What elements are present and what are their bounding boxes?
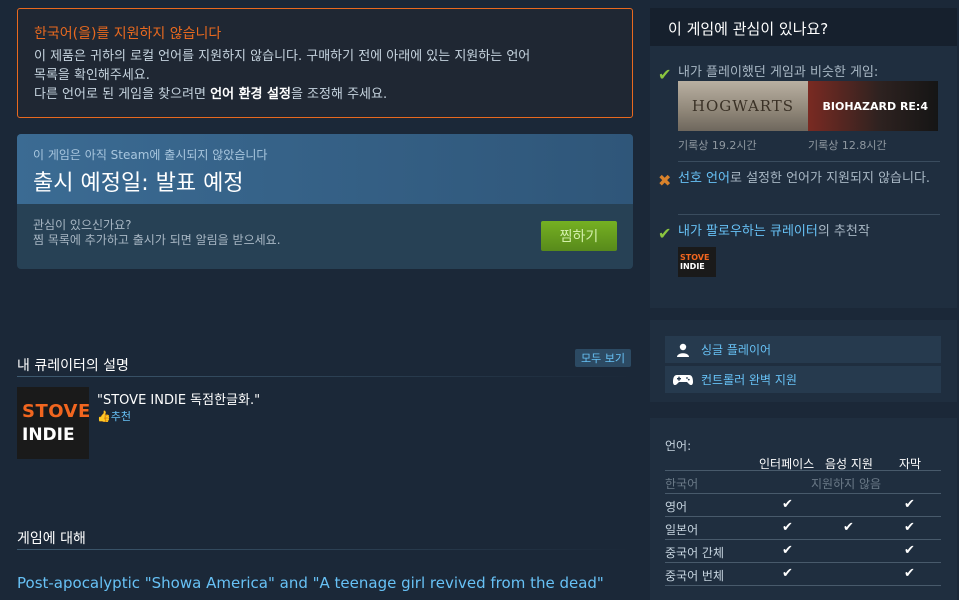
about-description: Post-apocalyptic "Showa America" and "A … bbox=[17, 574, 604, 592]
warning-line-3-pre: 다른 언어로 된 게임을 찾으려면 bbox=[34, 87, 211, 102]
language-name: 영어 bbox=[665, 500, 688, 514]
interface-check-icon: ✔ bbox=[782, 520, 793, 535]
feature-single-player[interactable]: 싱글 플레이어 bbox=[665, 336, 941, 363]
reason-similar-text: 내가 플레이했던 게임과 비슷한 게임: bbox=[678, 65, 879, 80]
mini-logo-line-1: STOVE bbox=[680, 253, 710, 262]
see-all-button[interactable]: 모두 보기 bbox=[575, 349, 631, 367]
interface-check-icon: ✔ bbox=[782, 543, 793, 558]
subtitles-check-icon: ✔ bbox=[904, 543, 915, 558]
followed-curators-link[interactable]: 내가 팔로우하는 큐레이터 bbox=[678, 224, 818, 239]
interest-question: 관심이 있으신가요? bbox=[33, 218, 132, 232]
warning-line-3: 다른 언어로 된 게임을 찾으려면 언어 환경 설정을 조정해 주세요. bbox=[34, 85, 616, 104]
release-header: 이 게임은 아직 Steam에 출시되지 않았습니다 출시 예정일: 발표 예정 bbox=[17, 134, 633, 204]
playtime-biohazard: 기록상 12.8시간 bbox=[808, 139, 887, 152]
curator-logo-line-2: INDIE bbox=[22, 425, 75, 445]
feature-label: 싱글 플레이어 bbox=[701, 343, 772, 357]
language-name: 중국어 간체 bbox=[665, 546, 725, 560]
interface-check-icon: ✔ bbox=[782, 497, 793, 512]
reason-curator-text: 내가 팔로우하는 큐레이터의 추천작 bbox=[678, 224, 940, 240]
language-preferences-link[interactable]: 언어 환경 설정 bbox=[210, 87, 291, 102]
release-subtitle: 이 게임은 아직 Steam에 출시되지 않았습니다 bbox=[33, 148, 268, 162]
playtime-hogwarts: 기록상 19.2시간 bbox=[678, 139, 757, 152]
game-capsule-hogwarts[interactable]: HOGWARTS bbox=[678, 81, 808, 131]
reason-divider bbox=[678, 161, 940, 162]
wishlist-button[interactable]: 찜하기 bbox=[541, 221, 617, 251]
language-name: 중국어 번체 bbox=[665, 569, 725, 583]
game-capsule-hogwarts-title: HOGWARTS bbox=[691, 97, 795, 115]
reason-language-rest: 로 설정한 언어가 지원되지 않습니다. bbox=[729, 171, 931, 186]
curator-logo-line-1: STOVE bbox=[22, 401, 91, 422]
check-icon: ✔ bbox=[658, 65, 672, 84]
reason-similar-games: ✔ 내가 플레이했던 게임과 비슷한 게임: bbox=[658, 65, 940, 84]
language-row-simplified-chinese: 중국어 간체 ✔ ✔ bbox=[665, 539, 941, 562]
feature-controller-support[interactable]: 컨트롤러 완벽 지원 bbox=[665, 366, 941, 393]
language-warning-text: 이 제품은 귀하의 로컬 언어를 지원하지 않습니다. 구매하기 전에 아래에 … bbox=[34, 47, 616, 104]
feature-label: 컨트롤러 완벽 지원 bbox=[701, 373, 797, 387]
curator-logo[interactable]: STOVE INDIE bbox=[17, 387, 91, 459]
warning-line-3-post: 을 조정해 주세요. bbox=[290, 87, 388, 102]
cross-icon: ✖ bbox=[658, 171, 672, 190]
wishlist-area: 관심이 있으신가요? 찜 목록에 추가하고 출시가 되면 알림을 받으세요. 찜… bbox=[17, 204, 633, 262]
reason-language-text: 선호 언어로 설정한 언어가 지원되지 않습니다. bbox=[678, 171, 940, 187]
language-name: 일본어 bbox=[665, 523, 699, 537]
thumbs-up-icon: 👍 bbox=[97, 410, 111, 423]
interest-panel-title: 이 게임에 관심이 있나요? bbox=[650, 8, 957, 46]
gamepad-icon bbox=[665, 374, 701, 386]
language-warning-box: 한국어(을)를 지원하지 않습니다 이 제품은 귀하의 로컬 언어를 지원하지 … bbox=[17, 8, 633, 118]
preferred-language-link[interactable]: 선호 언어 bbox=[678, 171, 730, 186]
release-panel: 이 게임은 아직 Steam에 출시되지 않았습니다 출시 예정일: 발표 예정… bbox=[17, 134, 633, 269]
warning-line-1: 이 제품은 귀하의 로컬 언어를 지원하지 않습니다. 구매하기 전에 아래에 … bbox=[34, 49, 531, 64]
interface-check-icon: ✔ bbox=[782, 566, 793, 581]
reason-language: ✖ 선호 언어로 설정한 언어가 지원되지 않습니다. bbox=[658, 171, 940, 190]
language-table-bottom-border bbox=[665, 585, 941, 586]
not-supported-label: 지원하지 않음 bbox=[811, 477, 882, 491]
language-row-english: 영어 ✔ ✔ bbox=[665, 493, 941, 516]
interest-description: 찜 목록에 추가하고 출시가 되면 알림을 받으세요. bbox=[33, 233, 281, 247]
languages-panel: 언어: 인터페이스 음성 지원 자막 한국어 지원하지 않음 영어 ✔ ✔ 일본… bbox=[650, 418, 957, 600]
reason-curator-rest: 의 추천작 bbox=[817, 224, 870, 239]
game-capsule-biohazard[interactable]: BIOHAZARD RE:4 bbox=[808, 81, 938, 131]
reason-curator: ✔ 내가 팔로우하는 큐레이터의 추천작 bbox=[658, 224, 940, 243]
language-row-japanese: 일본어 ✔ ✔ ✔ bbox=[665, 516, 941, 539]
language-row-traditional-chinese: 중국어 번체 ✔ ✔ bbox=[665, 562, 941, 585]
curator-mini-logo[interactable]: STOVE INDIE bbox=[678, 247, 716, 277]
game-capsule-biohazard-title: BIOHAZARD RE:4 bbox=[822, 99, 928, 113]
section-divider bbox=[17, 376, 633, 377]
check-icon: ✔ bbox=[658, 224, 672, 243]
interest-panel: 이 게임에 관심이 있나요? ✔ 내가 플레이했던 게임과 비슷한 게임: HO… bbox=[650, 8, 957, 308]
features-panel: 싱글 플레이어 컨트롤러 완벽 지원 bbox=[650, 320, 957, 402]
subtitles-check-icon: ✔ bbox=[904, 497, 915, 512]
curator-recommend: 👍추천 bbox=[97, 408, 131, 424]
subtitles-check-icon: ✔ bbox=[904, 566, 915, 581]
warning-line-2: 목록을 확인해주세요. bbox=[34, 68, 150, 83]
user-icon bbox=[665, 343, 701, 357]
curator-recommend-label: 추천 bbox=[110, 410, 131, 423]
release-date-title: 출시 예정일: 발표 예정 bbox=[33, 171, 244, 196]
reason-divider bbox=[678, 214, 940, 215]
curator-section-title: 내 큐레이터의 설명 bbox=[17, 358, 129, 374]
about-section-title: 게임에 대해 bbox=[17, 531, 86, 547]
audio-check-icon: ✔ bbox=[843, 520, 854, 535]
language-warning-title: 한국어(을)를 지원하지 않습니다 bbox=[34, 26, 222, 42]
curator-quote: "STOVE INDIE 독점한글화." bbox=[97, 393, 261, 408]
mini-logo-line-2: INDIE bbox=[680, 262, 705, 271]
section-divider bbox=[17, 549, 633, 550]
subtitles-check-icon: ✔ bbox=[904, 520, 915, 535]
language-row-korean: 한국어 지원하지 않음 bbox=[665, 470, 941, 493]
languages-title: 언어: bbox=[665, 439, 692, 453]
language-name: 한국어 bbox=[665, 477, 699, 491]
